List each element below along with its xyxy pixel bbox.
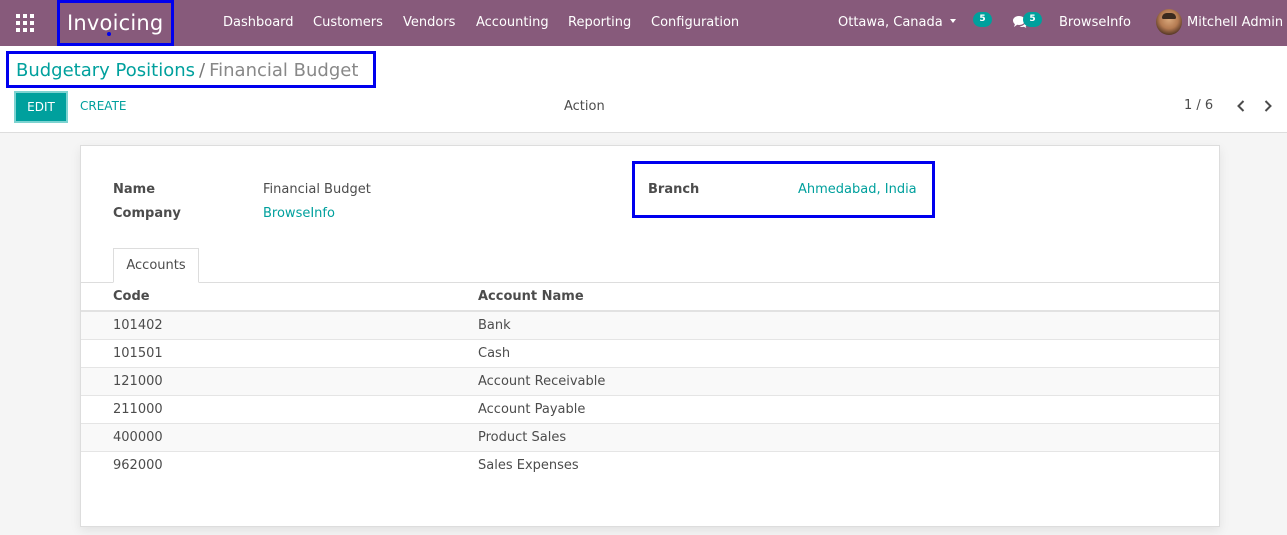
cell-code: 121000 [113,374,163,389]
branch-label: Branch [648,182,700,197]
caret-down-icon [949,18,956,23]
user-avatar[interactable] [1156,9,1182,35]
edit-button[interactable]: EDIT [14,91,68,123]
user-menu[interactable]: Mitchell Admin [1187,15,1283,30]
table-row[interactable]: 101501 Cash [81,340,1219,368]
table-row[interactable]: 101402 Bank [81,312,1219,340]
column-header-account-name[interactable]: Account Name [478,289,584,304]
pager-value[interactable]: 1 / 6 [1184,98,1213,113]
message-badge[interactable]: 5 [1023,12,1042,27]
cell-account-name: Product Sales [478,430,567,445]
column-header-code[interactable]: Code [113,289,150,304]
name-label: Name [113,182,156,197]
breadcrumb-highlight: Budgetary Positions / Financial Budget [6,51,376,88]
menu-customers[interactable]: Customers [313,15,383,30]
name-value: Financial Budget [263,182,371,197]
highlight-dot [107,32,111,36]
activity-badge[interactable]: 5 [973,12,992,27]
branch-switcher-label: Ottawa, Canada [838,15,943,30]
cell-account-name: Bank [478,318,511,333]
breadcrumb-parent[interactable]: Budgetary Positions [16,60,195,81]
branch-highlight: Branch Ahmedabad, India [632,161,935,218]
action-dropdown[interactable]: Action [564,99,605,114]
breadcrumb-current: Financial Budget [209,60,359,81]
company-value-link[interactable]: BrowseInfo [263,206,335,221]
table-row[interactable]: 962000 Sales Expenses [81,452,1219,480]
menu-reporting[interactable]: Reporting [568,15,631,30]
branch-value-link[interactable]: Ahmedabad, India [798,182,917,197]
company-switcher[interactable]: BrowseInfo [1059,15,1131,30]
cell-code: 400000 [113,430,163,445]
menu-configuration[interactable]: Configuration [651,15,739,30]
app-title[interactable]: Invoicing [67,11,163,35]
cell-code: 101402 [113,318,163,333]
app-title-box[interactable]: Invoicing [57,0,174,46]
cell-account-name: Sales Expenses [478,458,579,473]
top-navbar: Invoicing Dashboard Customers Vendors Ac… [0,0,1287,46]
breadcrumb-separator: / [199,60,206,81]
menu-dashboard[interactable]: Dashboard [223,15,294,30]
form-sheet: Name Financial Budget Company BrowseInfo… [80,145,1220,527]
menu-vendors[interactable]: Vendors [403,15,455,30]
menu-accounting[interactable]: Accounting [476,15,549,30]
table-row[interactable]: 121000 Account Receivable [81,368,1219,396]
table-row[interactable]: 211000 Account Payable [81,396,1219,424]
breadcrumb: Budgetary Positions / Financial Budget [16,60,358,81]
cell-account-name: Account Receivable [478,374,606,389]
cell-account-name: Cash [478,346,511,361]
cell-code: 211000 [113,402,163,417]
branch-switcher[interactable]: Ottawa, Canada [838,15,956,30]
company-label: Company [113,206,181,221]
chevron-left-icon[interactable] [1235,99,1247,113]
apps-menu-icon[interactable] [16,14,34,32]
table-row[interactable]: 400000 Product Sales [81,424,1219,452]
tab-accounts[interactable]: Accounts [113,248,199,283]
control-panel: Budgetary Positions / Financial Budget EDI… [0,46,1287,133]
cell-account-name: Account Payable [478,402,586,417]
tab-divider [81,282,1219,283]
create-button[interactable]: CREATE [80,99,127,113]
cell-code: 962000 [113,458,163,473]
chevron-right-icon[interactable] [1262,99,1274,113]
cell-code: 101501 [113,346,163,361]
